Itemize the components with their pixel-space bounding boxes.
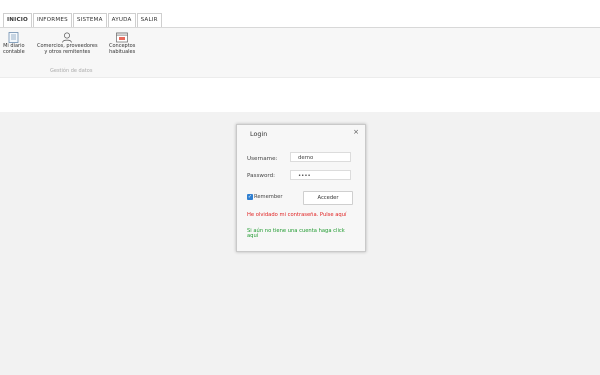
forgot-password-link[interactable]: He olvidado mi contraseña. Pulse aquí bbox=[247, 212, 355, 218]
tab-salir[interactable]: SALIR bbox=[136, 13, 162, 27]
ribbon-item-label: contable bbox=[3, 48, 25, 55]
username-label: Username: bbox=[247, 156, 278, 162]
remember-checkbox[interactable]: ✓ Remember bbox=[247, 194, 282, 200]
tab-informes[interactable]: INFORMES bbox=[33, 13, 72, 27]
ribbon-group-label: Gestión de datos bbox=[50, 68, 93, 74]
password-field[interactable]: •••• bbox=[290, 170, 351, 180]
dialog-title: Login bbox=[250, 130, 268, 138]
close-icon[interactable]: × bbox=[353, 128, 359, 136]
login-button[interactable]: Acceder bbox=[303, 191, 353, 205]
tab-ayuda[interactable]: AYUDA bbox=[107, 13, 136, 27]
menu-tabs: INICIO INFORMES SISTEMA AYUDA SALIR bbox=[3, 13, 163, 27]
remember-label: Remember bbox=[254, 194, 283, 200]
tab-sistema[interactable]: SISTEMA bbox=[72, 13, 107, 27]
ribbon-item-label: habituales bbox=[109, 48, 136, 55]
ribbon-item-conceptos[interactable]: Conceptos habituales bbox=[109, 32, 135, 55]
top-panel: INICIO INFORMES SISTEMA AYUDA SALIR Mi d… bbox=[0, 0, 600, 112]
password-label: Password: bbox=[247, 173, 276, 179]
ribbon-item-comercios[interactable]: Comercios, proveedores y otros remitente… bbox=[37, 32, 98, 55]
checkbox-check-icon: ✓ bbox=[247, 194, 253, 200]
ribbon-toolbar: Mi diario contable Comercios, proveedore… bbox=[0, 27, 600, 78]
register-link[interactable]: Si aún no tiene una cuenta haga click aq… bbox=[247, 228, 355, 240]
ribbon-item-label: y otros remitentes bbox=[44, 48, 91, 55]
username-field[interactable]: demo bbox=[290, 152, 351, 162]
ribbon-item-mi-diario[interactable]: Mi diario contable bbox=[3, 32, 25, 55]
login-dialog: Login × Username: demo Password: •••• ✓ … bbox=[236, 124, 366, 252]
tab-inicio[interactable]: INICIO bbox=[3, 13, 32, 27]
